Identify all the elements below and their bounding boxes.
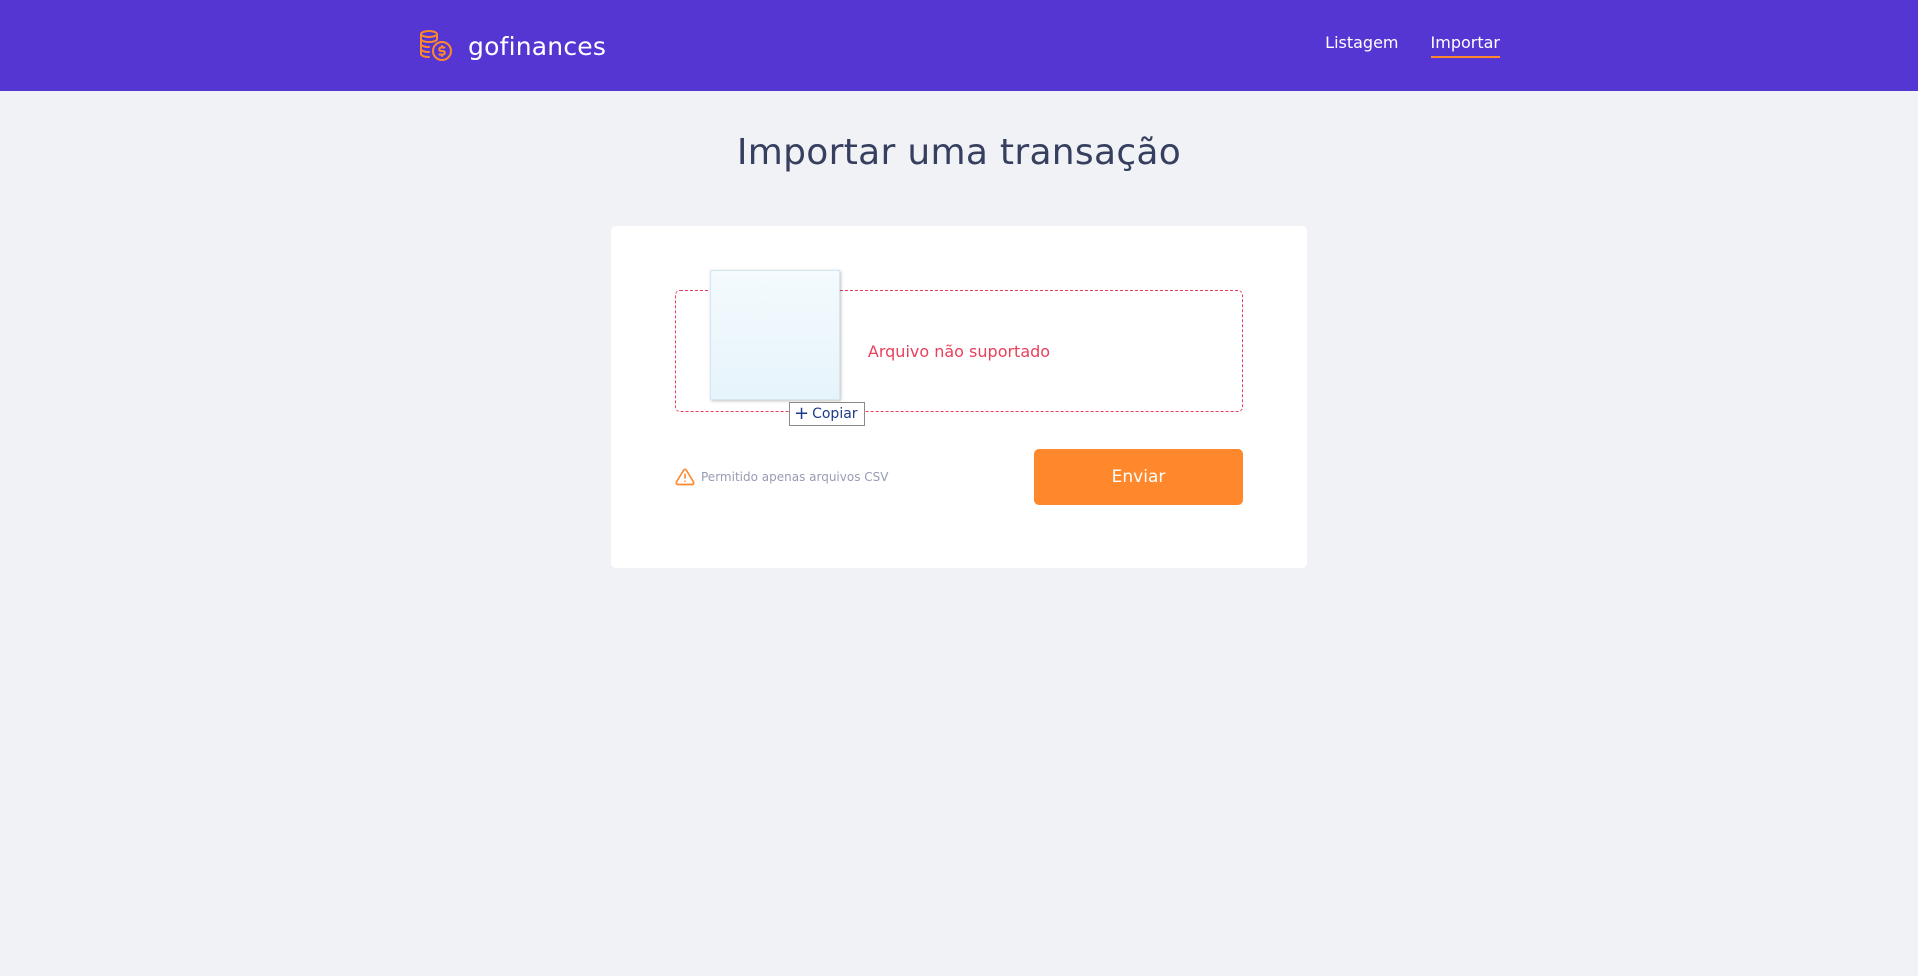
app-header: gofinances Listagem Importar [0, 0, 1918, 91]
submit-button[interactable]: Enviar [1034, 449, 1243, 505]
coins-dollar-icon [418, 28, 454, 64]
alert-triangle-icon [675, 467, 695, 487]
drag-file-preview [710, 270, 840, 400]
page-title: Importar uma transação [736, 132, 1182, 173]
brand-logo[interactable]: gofinances [418, 26, 606, 66]
hint-text: Permitido apenas arquivos CSV [701, 470, 889, 484]
copy-label: Copiar [812, 406, 858, 422]
plus-icon: + [794, 403, 810, 424]
brand-name: gofinances [468, 31, 607, 61]
drag-copy-tooltip: + Copiar [789, 402, 865, 426]
nav-link-importar[interactable]: Importar [1430, 33, 1500, 58]
card-footer: Permitido apenas arquivos CSV Enviar [675, 449, 1243, 505]
main-nav: Listagem Importar [1325, 33, 1500, 58]
import-card: Arquivo não suportado + Copiar Permitido… [611, 226, 1307, 568]
file-type-hint: Permitido apenas arquivos CSV [675, 467, 888, 487]
nav-link-listagem[interactable]: Listagem [1325, 33, 1398, 58]
header-container: gofinances Listagem Importar [418, 0, 1500, 91]
